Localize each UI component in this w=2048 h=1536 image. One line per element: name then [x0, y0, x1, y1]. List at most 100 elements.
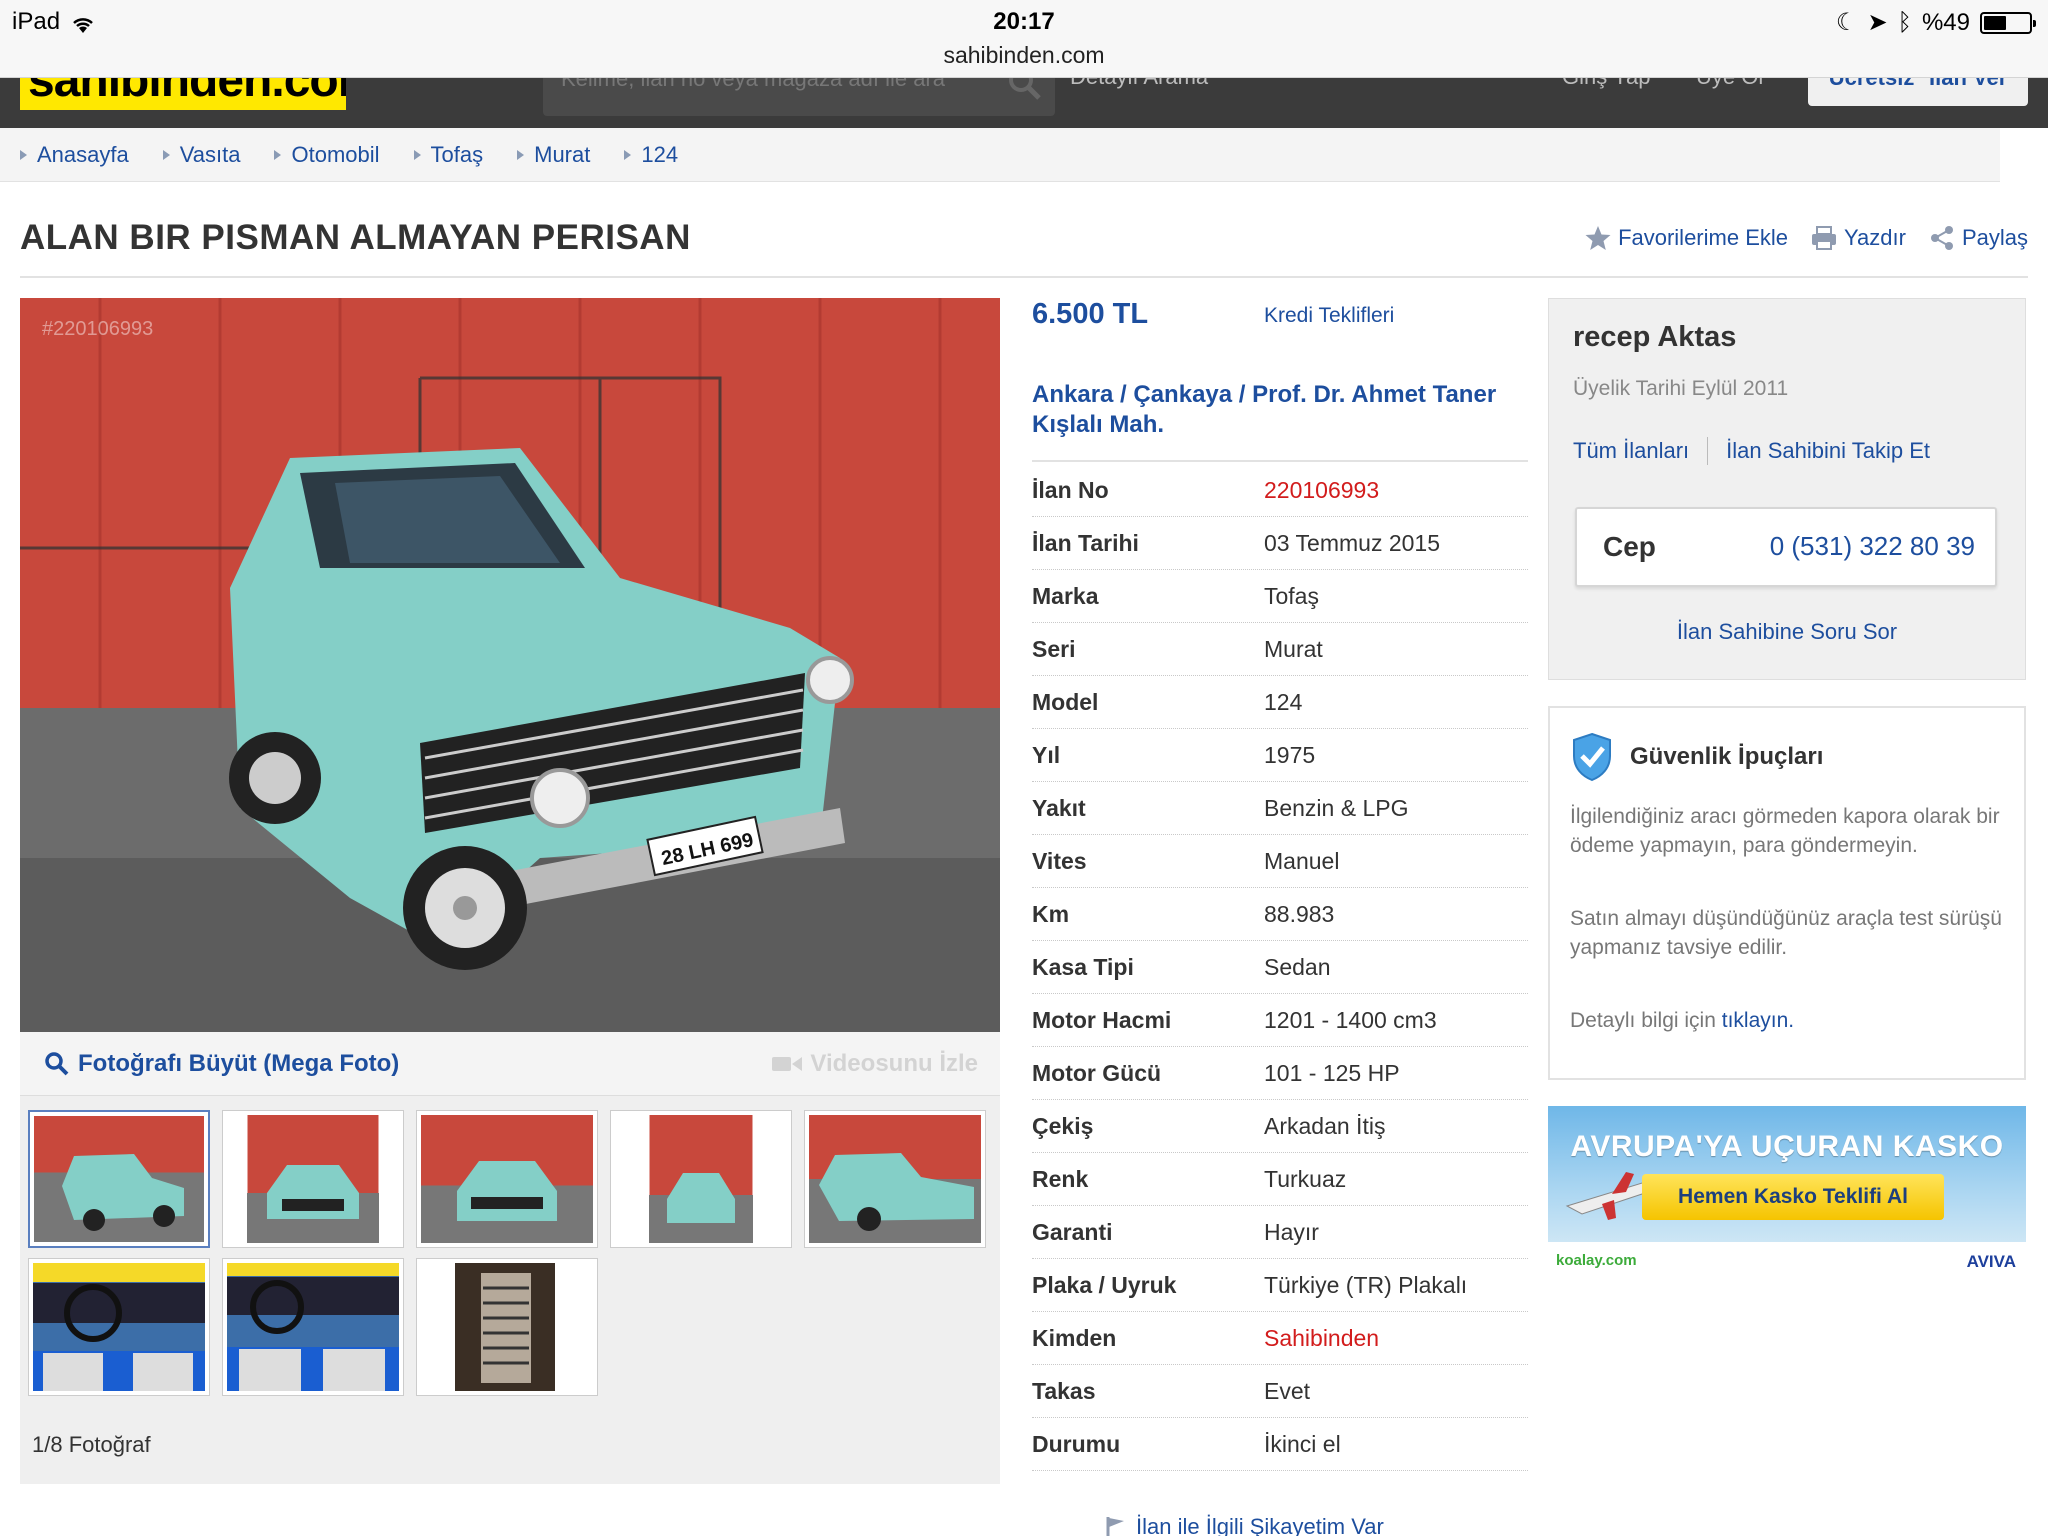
- share-icon: [1930, 226, 1953, 250]
- thumbnail[interactable]: [416, 1110, 598, 1248]
- status-right: ☾ ➤ ᛒ %49: [1835, 8, 2036, 37]
- location-link[interactable]: Ankara / Çankaya / Prof. Dr. Ahmet Taner…: [1032, 380, 1502, 440]
- printer-icon: [1812, 226, 1836, 250]
- moon-icon: ☾: [1835, 9, 1858, 36]
- safety-tip: İlgilendiğiniz aracı görmeden kapora ola…: [1570, 805, 2000, 857]
- phone-box[interactable]: Cep 0 (531) 322 80 39: [1575, 507, 1997, 587]
- thumbnail[interactable]: [222, 1258, 404, 1396]
- thumbnail[interactable]: [28, 1110, 210, 1248]
- thumbnail[interactable]: [804, 1110, 986, 1248]
- thumbnail[interactable]: [610, 1110, 792, 1248]
- price: 6.500 TL: [1032, 298, 1149, 330]
- insurance-ad[interactable]: AVRUPA'YA UÇURAN KASKO Hemen Kasko Tekli…: [1548, 1106, 2026, 1242]
- safety-tip: Detaylı bilgi için tıklayın.: [1570, 1009, 1795, 1032]
- koalay-logo[interactable]: koalay.com: [1556, 1252, 1637, 1269]
- car-photo: 28 LH 699: [20, 298, 1000, 1032]
- main-photo[interactable]: 28 LH 699 #220106993: [20, 298, 1000, 1032]
- enlarge-photo-button[interactable]: Fotoğrafı Büyüt (Mega Foto): [44, 1050, 399, 1078]
- info-row: Seri Murat: [1032, 623, 1528, 676]
- info-row: İlan Tarihi 03 Temmuz 2015: [1032, 517, 1528, 570]
- info-row: Yakıt Benzin & LPG: [1032, 782, 1528, 835]
- thumbnail[interactable]: [28, 1258, 210, 1396]
- info-row: Takas Evet: [1032, 1365, 1528, 1418]
- ask-seller-link[interactable]: İlan Sahibine Soru Sor: [1549, 619, 2025, 645]
- arrow-right-icon: [162, 149, 170, 160]
- info-row: Motor Gücü 101 - 125 HP: [1032, 1047, 1528, 1100]
- info-row: Durumu İkinci el: [1032, 1418, 1528, 1471]
- info-row: Yıl 1975: [1032, 729, 1528, 782]
- arrow-right-icon: [413, 149, 421, 160]
- address-bar[interactable]: sahibinden.com: [0, 42, 2048, 69]
- arrow-right-icon: [517, 149, 525, 160]
- bluetooth-icon: ᛒ: [1897, 8, 1912, 36]
- info-row: Renk Turkuaz: [1032, 1153, 1528, 1206]
- info-row: Kasa Tipi Sedan: [1032, 941, 1528, 994]
- breadcrumb: Anasayfa Vasıta Otomobil Tofaş Murat 124: [0, 128, 2000, 182]
- info-table: İlan No 220106993 İlan Tarihi 03 Temmuz 20…: [1032, 464, 1528, 1471]
- location-icon: ➤: [1867, 9, 1888, 36]
- aviva-logo[interactable]: AVIVA: [1967, 1252, 2016, 1272]
- magnifier-icon: [45, 1052, 69, 1076]
- arrow-right-icon: [624, 149, 632, 160]
- phone-label: Cep: [1603, 531, 1656, 562]
- info-row: Garanti Hayır: [1032, 1206, 1528, 1259]
- seller-links: Tüm İlanları İlan Sahibini Takip Et: [1573, 437, 1930, 465]
- arrow-right-icon: [20, 149, 27, 160]
- breadcrumb-item[interactable]: 124: [624, 142, 678, 168]
- safety-header: Güvenlik İpuçları: [1570, 732, 1823, 782]
- complaint-link[interactable]: İlan ile İlgili Şikayetim Var: [1104, 1514, 1384, 1536]
- ad-footer: koalay.com AVIVA: [1548, 1242, 2026, 1282]
- seller-type: Sahibinden: [1264, 1324, 1380, 1351]
- watch-video-button[interactable]: Videosunu İzle: [772, 1050, 978, 1078]
- flag-icon: [1106, 1517, 1124, 1536]
- ios-status-bar: iPad 20:17 sahibinden.com ☾ ➤ ᛒ %49: [0, 0, 2048, 78]
- info-row: Motor Hacmi 1201 - 1400 cm3: [1032, 994, 1528, 1047]
- info-row: Vites Manuel: [1032, 835, 1528, 888]
- details-link[interactable]: tıklayın.: [1722, 1009, 1794, 1032]
- breadcrumb-item[interactable]: Otomobil: [274, 142, 380, 168]
- safety-tip: Satın almayı düşündüğünüz araçla test sü…: [1570, 907, 2002, 959]
- listing-actions: Favorilerime Ekle Yazdır Paylaş: [1584, 224, 2028, 252]
- follow-seller-link[interactable]: İlan Sahibini Takip Et: [1726, 438, 1930, 464]
- all-ads-link[interactable]: Tüm İlanları: [1573, 438, 1689, 464]
- photo-toolbar: Fotoğrafı Büyüt (Mega Foto) Videosunu İz…: [20, 1032, 1000, 1096]
- seller-name: recep Aktas: [1573, 321, 1737, 353]
- safety-tips: Güvenlik İpuçları İlgilendiğiniz aracı g…: [1548, 706, 2026, 1080]
- info-row: Km 88.983: [1032, 888, 1528, 941]
- thumbnail[interactable]: [416, 1258, 598, 1396]
- info-row: Çekiş Arkadan İtiş: [1032, 1100, 1528, 1153]
- phone-number[interactable]: 0 (531) 322 80 39: [1770, 531, 1975, 562]
- listing-number: 220106993: [1264, 476, 1380, 503]
- info-row: Plaka / Uyruk Türkiye (TR) Plakalı: [1032, 1259, 1528, 1312]
- share-button[interactable]: Paylaş: [1928, 224, 2028, 252]
- battery-icon: [1980, 11, 2036, 34]
- page-title: ALAN BIR PISMAN ALMAYAN PERISAN: [20, 218, 691, 257]
- thumbnail[interactable]: [222, 1110, 404, 1248]
- arrow-right-icon: [274, 149, 282, 160]
- divider: [1032, 460, 1528, 462]
- battery-percent: %49: [1921, 8, 1970, 36]
- credit-offers-link[interactable]: Kredi Teklifleri: [1264, 304, 1394, 328]
- star-icon: [1585, 226, 1611, 250]
- divider: [1707, 437, 1709, 465]
- info-row: İlan No 220106993: [1032, 464, 1528, 517]
- photo-count: 1/8 Fotoğraf: [32, 1432, 151, 1457]
- breadcrumb-item[interactable]: Anasayfa: [20, 142, 129, 168]
- photo-gallery: 28 LH 699 #220106993 Fotoğrafı Büyüt (Me…: [20, 298, 1000, 1484]
- info-row: Marka Tofaş: [1032, 570, 1528, 623]
- clock: 20:17: [993, 8, 1055, 35]
- favorite-button[interactable]: Favorilerime Ekle: [1584, 224, 1788, 252]
- breadcrumb-item[interactable]: Tofaş: [413, 142, 483, 168]
- print-button[interactable]: Yazdır: [1810, 224, 1906, 252]
- shield-icon: [1573, 732, 1611, 782]
- video-camera-icon: [772, 1057, 803, 1071]
- photo-id-watermark: #220106993: [42, 318, 154, 340]
- member-since: Üyelik Tarihi Eylül 2011: [1573, 377, 1789, 400]
- breadcrumb-item[interactable]: Vasıta: [162, 142, 240, 168]
- divider: [20, 276, 2028, 278]
- ad-cta-button[interactable]: Hemen Kasko Teklifi Al: [1642, 1174, 1944, 1220]
- ad-title: AVRUPA'YA UÇURAN KASKO: [1570, 1130, 2004, 1163]
- info-row: Model 124: [1032, 676, 1528, 729]
- breadcrumb-item[interactable]: Murat: [517, 142, 590, 168]
- info-row: Kimden Sahibinden: [1032, 1312, 1528, 1365]
